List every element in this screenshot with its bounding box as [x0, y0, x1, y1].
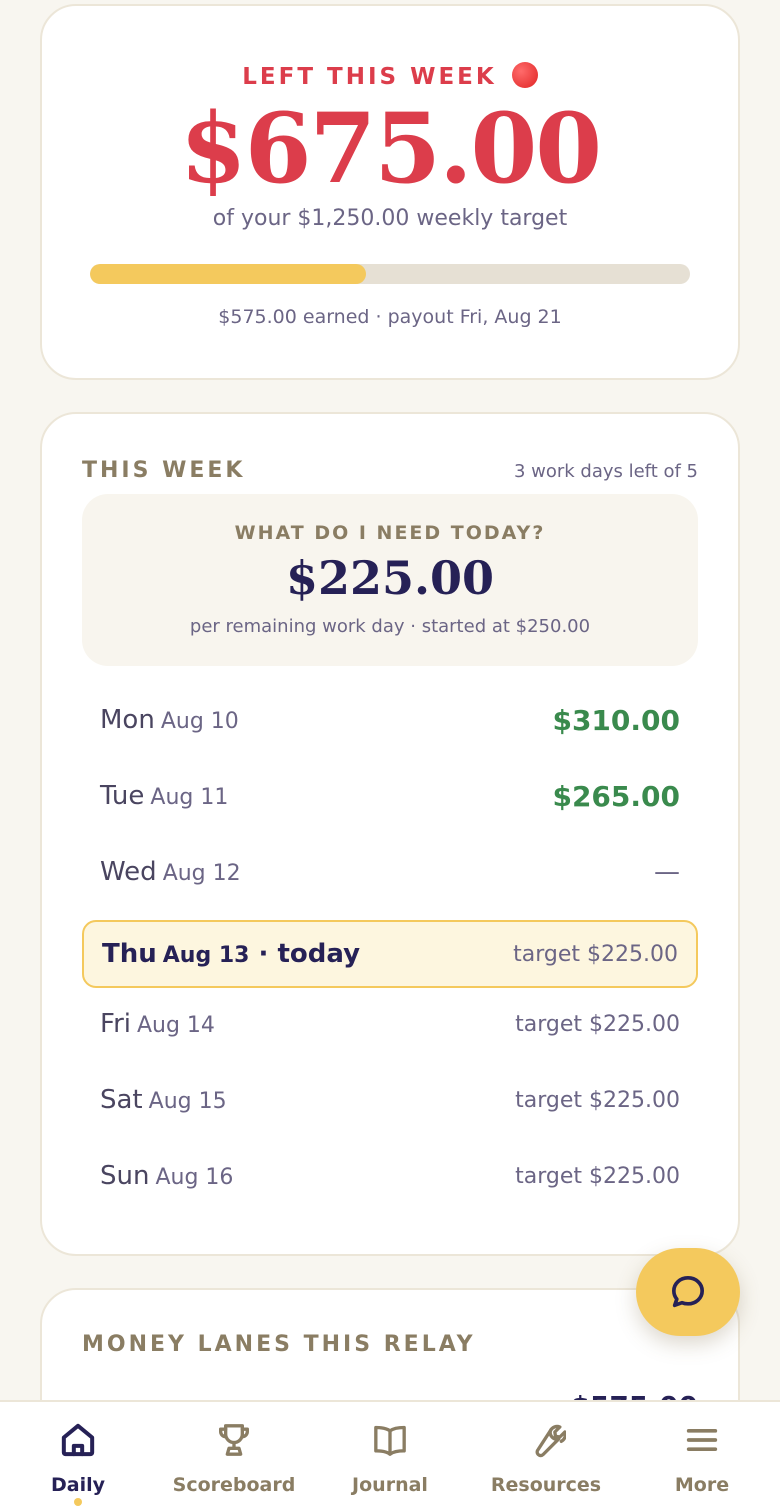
weekly-progress-bar	[90, 264, 690, 284]
home-icon	[58, 1420, 98, 1460]
nav-item-resources[interactable]: Resources	[468, 1402, 624, 1512]
left-this-week-label: LEFT THIS WEEK	[42, 62, 738, 90]
bottom-nav: Daily Scoreboard Journal Resources More	[0, 1400, 780, 1512]
day-date: Aug 12	[162, 861, 241, 886]
day-target-amount: target $225.00	[513, 941, 678, 967]
day-date: Aug 16	[155, 1165, 234, 1190]
day-name: Sun	[100, 1161, 150, 1191]
day-row[interactable]: Sat Aug 15 target $225.00	[82, 1066, 698, 1134]
day-label: Wed Aug 12	[100, 857, 241, 887]
day-target-amount: target $225.00	[515, 1087, 680, 1113]
nav-item-more[interactable]: More	[624, 1402, 780, 1512]
need-today-subtext: per remaining work day · started at $250…	[189, 616, 591, 637]
money-lanes-title: MONEY LANES THIS RELAY	[82, 1332, 476, 1357]
today-suffix: · today	[249, 939, 361, 969]
day-date: Aug 11	[150, 785, 229, 810]
day-name: Mon	[100, 705, 155, 735]
progress-fill	[90, 264, 366, 284]
chat-bubble-icon	[672, 1276, 704, 1308]
book-icon	[370, 1420, 410, 1460]
nav-label-scoreboard: Scoreboard	[172, 1474, 296, 1496]
day-label: Sat Aug 15	[100, 1085, 227, 1115]
earned-payout-text: $575.00 earned · payout Fri, Aug 21	[218, 306, 562, 328]
need-today-amount: $225.00	[285, 551, 495, 605]
day-name: Thu	[102, 939, 157, 969]
day-label: Mon Aug 10	[100, 705, 239, 735]
day-date: Aug 14	[136, 1013, 215, 1038]
day-date: Aug 13	[162, 943, 250, 968]
amount-left: $675.00	[179, 92, 602, 205]
nav-item-journal[interactable]: Journal	[312, 1402, 468, 1512]
active-indicator-dot	[74, 1498, 82, 1506]
nav-item-daily[interactable]: Daily	[0, 1402, 156, 1512]
this-week-title: THIS WEEK	[82, 458, 246, 483]
day-date: Aug 10	[160, 709, 239, 734]
day-date: Aug 15	[148, 1089, 227, 1114]
day-earned-amount: $310.00	[552, 703, 680, 737]
day-target-amount: target $225.00	[515, 1011, 680, 1037]
nav-label-resources: Resources	[490, 1474, 602, 1496]
red-dot-icon	[511, 62, 538, 88]
day-label: Tue Aug 11	[100, 781, 228, 811]
chat-fab-button[interactable]	[636, 1248, 740, 1336]
day-row[interactable]: Wed Aug 12 —	[82, 838, 698, 906]
nav-label-journal: Journal	[352, 1474, 428, 1496]
day-row[interactable]: Tue Aug 11 $265.00	[82, 762, 698, 830]
day-name: Wed	[100, 857, 157, 887]
day-label: Thu Aug 13 · today	[102, 939, 360, 969]
day-row[interactable]: Sun Aug 16 target $225.00	[82, 1142, 698, 1210]
menu-icon	[682, 1420, 722, 1460]
day-name: Tue	[100, 781, 145, 811]
weekly-summary-card: LEFT THIS WEEK $675.00 of your $1,250.00…	[40, 4, 740, 380]
day-label: Sun Aug 16	[100, 1161, 233, 1191]
day-earned-amount: $265.00	[552, 779, 680, 813]
day-row[interactable]: Fri Aug 14 target $225.00	[82, 990, 698, 1058]
left-label-text: LEFT THIS WEEK	[242, 64, 497, 90]
weekly-target-text: of your $1,250.00 weekly target	[212, 206, 568, 231]
day-label: Fri Aug 14	[100, 1009, 215, 1039]
wrench-icon	[526, 1420, 566, 1460]
day-row-today[interactable]: Thu Aug 13 · today target $225.00	[82, 920, 698, 988]
nav-item-scoreboard[interactable]: Scoreboard	[156, 1402, 312, 1512]
day-name: Sat	[100, 1085, 143, 1115]
trophy-icon	[214, 1420, 254, 1460]
nav-label-more: More	[674, 1474, 730, 1496]
this-week-card: THIS WEEK 3 work days left of 5 WHAT DO …	[40, 412, 740, 1256]
need-today-box[interactable]: WHAT DO I NEED TODAY? $225.00 per remain…	[82, 494, 698, 666]
day-empty-value: —	[654, 857, 680, 887]
nav-label-daily: Daily	[50, 1474, 105, 1496]
day-name: Fri	[100, 1009, 131, 1039]
work-days-left: 3 work days left of 5	[513, 461, 698, 482]
need-today-label: WHAT DO I NEED TODAY?	[234, 522, 546, 544]
day-row[interactable]: Mon Aug 10 $310.00	[82, 686, 698, 754]
day-target-amount: target $225.00	[515, 1163, 680, 1189]
